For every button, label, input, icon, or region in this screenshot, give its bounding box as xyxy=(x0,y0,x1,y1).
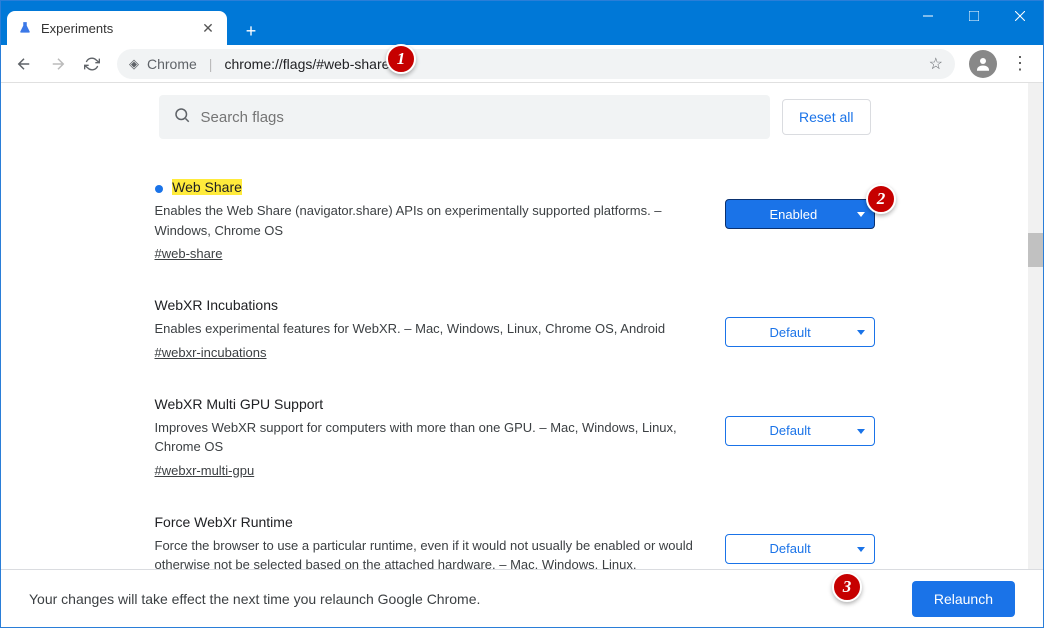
minimize-button[interactable] xyxy=(905,1,951,31)
annotation-2: 2 xyxy=(866,184,896,214)
flag-description: Improves WebXR support for computers wit… xyxy=(155,418,707,457)
tab-experiments[interactable]: Experiments ✕ xyxy=(7,11,227,45)
flag-select[interactable]: Default xyxy=(725,534,875,564)
bookmark-star-icon[interactable]: ☆ xyxy=(929,54,943,74)
flag-select[interactable]: Enabled xyxy=(725,199,875,229)
flag-description: Enables the Web Share (navigator.share) … xyxy=(155,201,707,240)
flag-item: Force WebXr Runtime Force the browser to… xyxy=(155,502,875,570)
url-text: chrome://flags/#web-share xyxy=(224,56,920,72)
flag-select[interactable]: Default xyxy=(725,317,875,347)
footer-message: Your changes will take effect the next t… xyxy=(29,591,480,607)
url-scheme: Chrome xyxy=(147,56,197,72)
scroll-thumb[interactable] xyxy=(1028,233,1043,267)
tabstrip: Experiments ✕ + xyxy=(1,1,265,45)
flag-title: WebXR Incubations xyxy=(155,297,278,313)
new-tab-button[interactable]: + xyxy=(237,17,265,45)
toolbar: ◈ Chrome | chrome://flags/#web-share ☆ ⋮ xyxy=(1,45,1043,83)
flag-title: WebXR Multi GPU Support xyxy=(155,396,324,412)
forward-button[interactable] xyxy=(43,49,73,79)
flag-item: Web Share Enables the Web Share (navigat… xyxy=(155,167,875,285)
flag-description: Force the browser to use a particular ru… xyxy=(155,536,707,570)
content-area: Reset all Web Share Enables the Web Shar… xyxy=(1,83,1043,569)
close-icon[interactable]: ✕ xyxy=(199,19,217,37)
annotation-1: 1 xyxy=(386,44,416,74)
flag-hash-link[interactable]: #webxr-multi-gpu xyxy=(155,463,255,478)
maximize-button[interactable] xyxy=(951,1,997,31)
chrome-icon: ◈ xyxy=(129,56,139,72)
flag-item: WebXR Incubations Enables experimental f… xyxy=(155,285,875,384)
search-input[interactable] xyxy=(201,109,757,126)
flag-title: Force WebXr Runtime xyxy=(155,514,293,530)
address-bar[interactable]: ◈ Chrome | chrome://flags/#web-share ☆ xyxy=(117,49,955,79)
menu-button[interactable]: ⋮ xyxy=(1005,49,1035,79)
footer-bar: Your changes will take effect the next t… xyxy=(1,569,1043,627)
flags-page: Reset all Web Share Enables the Web Shar… xyxy=(1,83,1028,569)
flag-hash-link[interactable]: #web-share xyxy=(155,246,223,261)
url-divider: | xyxy=(205,56,217,72)
flag-description: Enables experimental features for WebXR.… xyxy=(155,319,707,339)
back-button[interactable] xyxy=(9,49,39,79)
flag-item: WebXR Multi GPU Support Improves WebXR s… xyxy=(155,384,875,502)
search-box[interactable] xyxy=(159,95,771,139)
modified-dot-icon xyxy=(155,185,163,193)
search-icon xyxy=(173,106,191,129)
flag-select[interactable]: Default xyxy=(725,416,875,446)
annotation-3: 3 xyxy=(832,572,862,602)
window-controls xyxy=(905,1,1043,31)
relaunch-button[interactable]: Relaunch xyxy=(912,581,1015,617)
tab-title: Experiments xyxy=(41,21,199,36)
flag-title: Web Share xyxy=(172,179,242,195)
close-window-button[interactable] xyxy=(997,1,1043,31)
reset-all-button[interactable]: Reset all xyxy=(782,99,870,135)
profile-avatar[interactable] xyxy=(969,50,997,78)
flag-hash-link[interactable]: #webxr-incubations xyxy=(155,345,267,360)
scrollbar[interactable] xyxy=(1028,83,1043,569)
reload-button[interactable] xyxy=(77,49,107,79)
titlebar: Experiments ✕ + xyxy=(1,1,1043,45)
browser-window: Experiments ✕ + ◈ Chrome | chrome://flag… xyxy=(0,0,1044,628)
flask-icon xyxy=(17,20,33,36)
